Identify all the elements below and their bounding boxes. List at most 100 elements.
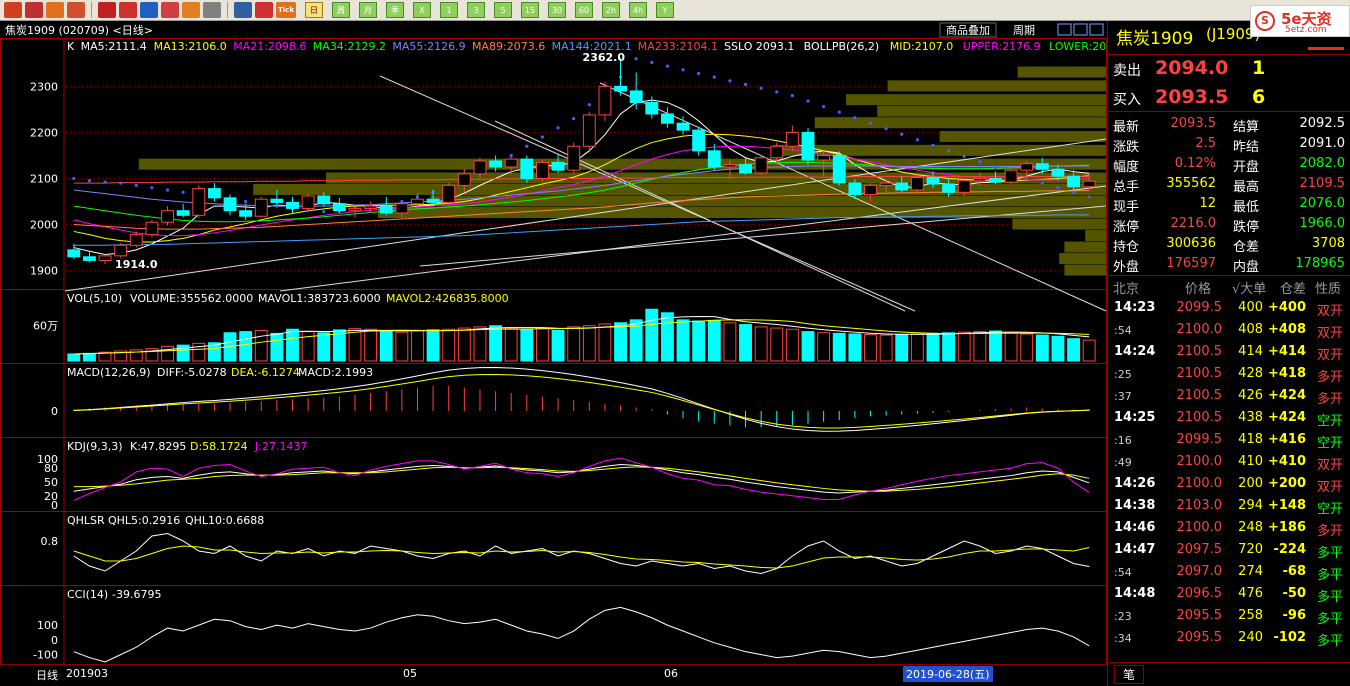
candle-body[interactable]: [270, 198, 284, 203]
candle-body[interactable]: [411, 198, 424, 205]
candle-body[interactable]: [536, 161, 549, 179]
period-button[interactable]: 周期: [1013, 24, 1035, 37]
candle-body[interactable]: [426, 198, 440, 203]
candle-body[interactable]: [192, 188, 206, 216]
candle-body[interactable]: [942, 183, 956, 193]
period-button-4[interactable]: X: [413, 2, 431, 18]
candle-body[interactable]: [739, 164, 752, 174]
trend-icon[interactable]: [255, 2, 273, 18]
f10-icon[interactable]: [67, 2, 85, 18]
candle-body[interactable]: [520, 158, 534, 179]
candle-body[interactable]: [1051, 168, 1065, 177]
candle-body[interactable]: [82, 256, 96, 261]
candle-body[interactable]: [629, 90, 643, 103]
candle-body[interactable]: [114, 244, 128, 257]
candle-body[interactable]: [551, 161, 565, 171]
candle-body[interactable]: [129, 234, 143, 246]
period-button-2[interactable]: 月: [359, 2, 377, 18]
candle-body[interactable]: [567, 145, 581, 171]
period-button-3[interactable]: 季: [386, 2, 404, 18]
candle-body[interactable]: [598, 85, 612, 116]
candle-body[interactable]: [1082, 180, 1096, 188]
candle-body[interactable]: [364, 205, 378, 209]
candle-body[interactable]: [582, 114, 596, 147]
period-button-6[interactable]: 3: [467, 2, 485, 18]
candle-body[interactable]: [660, 113, 674, 124]
prev-icon[interactable]: [1057, 23, 1072, 36]
draw-icon[interactable]: [182, 2, 200, 18]
candle-body[interactable]: [348, 207, 362, 212]
candle-body[interactable]: [207, 188, 221, 199]
candle-body[interactable]: [707, 150, 721, 168]
candle-body[interactable]: [1020, 163, 1034, 171]
candle-body[interactable]: [879, 182, 893, 186]
candle-body[interactable]: [489, 160, 503, 168]
candle-body[interactable]: [645, 101, 659, 115]
period-button-7[interactable]: 5: [494, 2, 512, 18]
candle-body[interactable]: [676, 122, 690, 131]
period-button-10[interactable]: 60: [575, 2, 593, 18]
tick-icon[interactable]: Tick: [276, 2, 296, 18]
candle-body[interactable]: [832, 154, 846, 184]
zoom-out-icon[interactable]: [119, 2, 137, 18]
candle-body[interactable]: [286, 201, 299, 209]
candle-body[interactable]: [1004, 169, 1018, 183]
candle-body[interactable]: [1067, 175, 1081, 188]
period-button-0[interactable]: 日: [305, 2, 323, 18]
table-icon[interactable]: [234, 2, 252, 18]
candle-body[interactable]: [457, 173, 471, 186]
zoom-in-icon[interactable]: [98, 2, 116, 18]
period-button-8[interactable]: 15: [521, 2, 539, 18]
tick-col-volume[interactable]: √大单: [1232, 278, 1266, 297]
candle-body[interactable]: [770, 145, 784, 159]
candle-body[interactable]: [379, 205, 393, 214]
candle-body[interactable]: [957, 180, 971, 193]
candle-body[interactable]: [1035, 163, 1049, 170]
period-button-5[interactable]: 1: [440, 2, 458, 18]
candle-body[interactable]: [395, 203, 409, 214]
back-icon[interactable]: [25, 2, 43, 18]
tab-ticks[interactable]: 笔: [1114, 665, 1145, 684]
candle-body[interactable]: [332, 203, 346, 212]
filter-icon[interactable]: [203, 2, 221, 18]
candle-body[interactable]: [473, 160, 487, 175]
candle-body[interactable]: [895, 182, 909, 191]
candle-body[interactable]: [864, 184, 877, 196]
candle-body[interactable]: [67, 249, 81, 258]
period-button-12[interactable]: 4h: [629, 2, 647, 18]
candle-body[interactable]: [754, 157, 768, 174]
candle-body[interactable]: [254, 198, 268, 217]
candle-body[interactable]: [973, 177, 987, 182]
candle-body[interactable]: [614, 85, 627, 92]
home-icon[interactable]: [4, 2, 22, 18]
candle-body[interactable]: [239, 210, 253, 217]
settings-icon[interactable]: [140, 2, 158, 18]
candle-body[interactable]: [504, 158, 518, 168]
candle-body[interactable]: [926, 177, 940, 185]
candle-body[interactable]: [801, 131, 815, 161]
candle-body[interactable]: [817, 154, 831, 161]
period-button-11[interactable]: 2h: [602, 2, 620, 18]
candle-body[interactable]: [176, 210, 190, 216]
candle-body[interactable]: [161, 210, 174, 223]
candle-body[interactable]: [145, 221, 159, 236]
candle-body[interactable]: [692, 129, 706, 152]
maximize-icon[interactable]: [1089, 23, 1104, 36]
candle-body[interactable]: [989, 177, 1002, 183]
period-button-9[interactable]: 30: [548, 2, 566, 18]
pen-icon[interactable]: [161, 2, 179, 18]
period-button-13[interactable]: Y: [656, 2, 674, 18]
candle-body[interactable]: [848, 182, 862, 196]
candle-body[interactable]: [301, 195, 315, 209]
candle-body[interactable]: [723, 164, 737, 168]
candle-body[interactable]: [910, 177, 924, 191]
next-icon[interactable]: [1073, 23, 1088, 36]
chart-svg[interactable]: 焦炭1909 (020709) <日线> 商品叠加 周期 1900 2000 2100 22…: [0, 21, 1124, 665]
candle-body[interactable]: [785, 131, 799, 147]
news-icon[interactable]: [46, 2, 64, 18]
candle-body[interactable]: [317, 195, 331, 205]
candle-body[interactable]: [98, 255, 112, 261]
overlay-button-label[interactable]: 商品叠加: [946, 23, 990, 37]
candle-body[interactable]: [442, 184, 456, 203]
candle-body[interactable]: [223, 197, 237, 212]
